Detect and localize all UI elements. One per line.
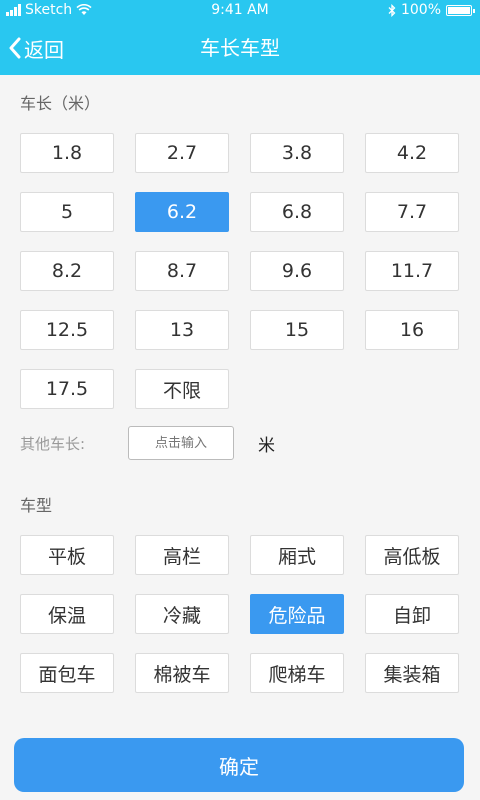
- length-option[interactable]: 3.8: [250, 133, 344, 173]
- other-length-unit: 米: [258, 435, 275, 456]
- length-option[interactable]: 4.2: [365, 133, 459, 173]
- type-option[interactable]: 棉被车: [135, 653, 229, 693]
- type-option[interactable]: 高低板: [365, 535, 459, 575]
- type-option[interactable]: 厢式: [250, 535, 344, 575]
- type-option[interactable]: 高栏: [135, 535, 229, 575]
- length-option[interactable]: 13: [135, 310, 229, 350]
- length-option[interactable]: 1.8: [20, 133, 114, 173]
- other-length-row: 其他车长: 米: [20, 424, 275, 462]
- type-option[interactable]: 冷藏: [135, 594, 229, 634]
- length-option[interactable]: 16: [365, 310, 459, 350]
- length-options-grid: 1.8 2.7 3.8 4.2 5 6.2 6.8 7.7 8.2 8.7 9.6 11.7 12.5 1…: [20, 133, 460, 409]
- length-option[interactable]: 8.2: [20, 251, 114, 291]
- battery-percent: 100%: [400, 2, 441, 18]
- page-title: 车长车型: [200, 36, 280, 60]
- length-option[interactable]: 6.2: [135, 192, 229, 232]
- status-bar: Sketch 9:41 AM 100%: [0, 0, 480, 20]
- length-option[interactable]: 11.7: [365, 251, 459, 291]
- type-options-grid: 平板 高栏 厢式 高低板保温 冷藏 危险品 自卸面包车 棉被车 爬梯车 集装箱: [20, 535, 460, 693]
- length-option[interactable]: 15: [250, 310, 344, 350]
- type-option[interactable]: 集装箱: [365, 653, 459, 693]
- type-option[interactable]: 面包车: [20, 653, 114, 693]
- nav-bar: 返回 车长车型: [0, 28, 480, 68]
- length-option[interactable]: 不限: [135, 369, 229, 409]
- type-option[interactable]: 爬梯车: [250, 653, 344, 693]
- length-option[interactable]: 12.5: [20, 310, 114, 350]
- length-option[interactable]: 9.6: [250, 251, 344, 291]
- length-option[interactable]: 17.5: [20, 369, 114, 409]
- top-bar: Sketch 9:41 AM 100% 返回 车长车型: [0, 0, 480, 75]
- type-option[interactable]: 危险品: [250, 594, 344, 634]
- battery-icon: [446, 4, 475, 16]
- other-length-input[interactable]: [128, 426, 234, 460]
- length-option[interactable]: 7.7: [365, 192, 459, 232]
- confirm-button[interactable]: 确定: [14, 738, 464, 792]
- bluetooth-icon: [388, 3, 396, 17]
- length-option[interactable]: 8.7: [135, 251, 229, 291]
- type-section-label: 车型: [20, 496, 53, 515]
- length-option[interactable]: 6.8: [250, 192, 344, 232]
- other-length-label: 其他车长:: [20, 434, 86, 453]
- type-option[interactable]: 保温: [20, 594, 114, 634]
- length-option[interactable]: 2.7: [135, 133, 229, 173]
- type-option[interactable]: 平板: [20, 535, 114, 575]
- length-option[interactable]: 5: [20, 192, 114, 232]
- type-option[interactable]: 自卸: [365, 594, 459, 634]
- length-section-label: 车长（米）: [20, 94, 101, 113]
